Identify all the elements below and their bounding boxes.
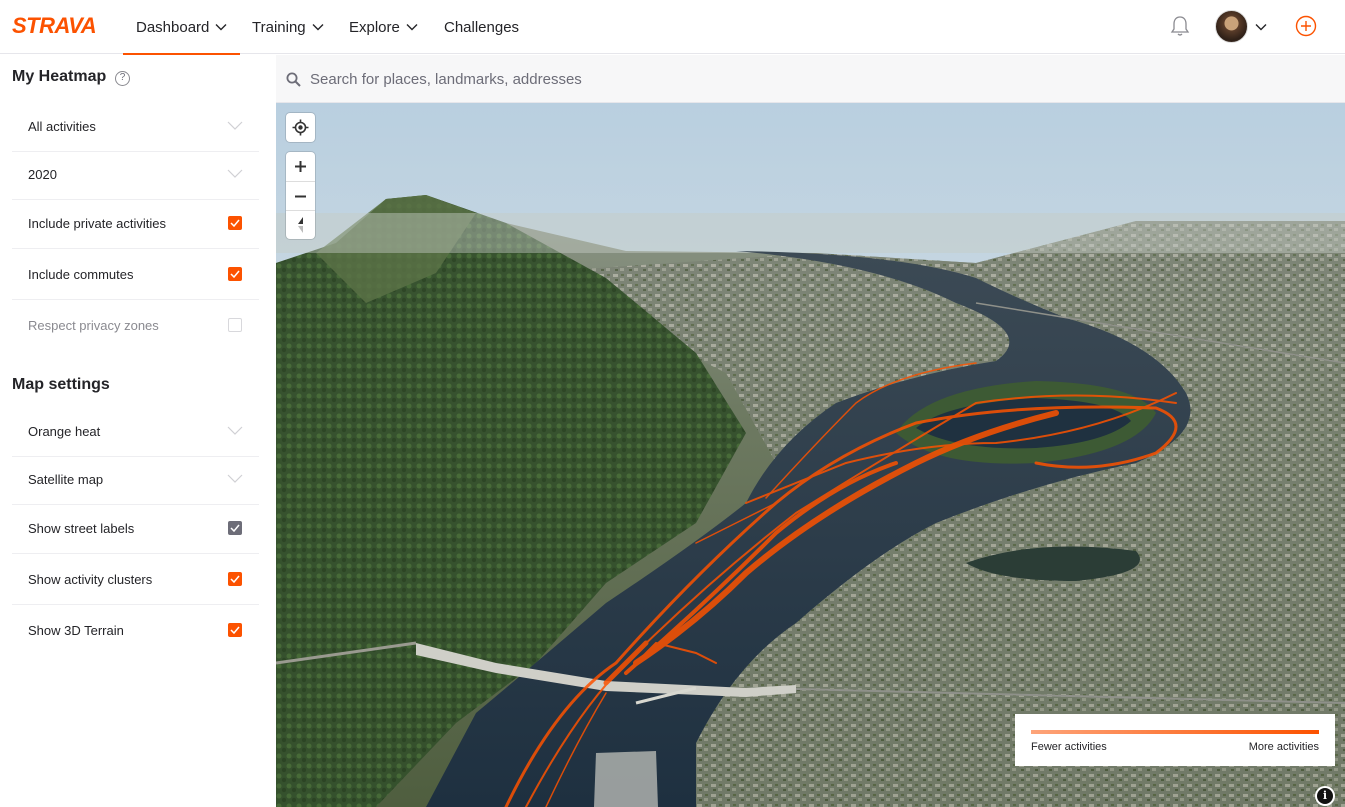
include-private-checkbox[interactable]: [228, 216, 242, 230]
chevron-down-icon: [227, 169, 243, 178]
privacy-zones-row[interactable]: Respect privacy zones: [12, 300, 259, 351]
search-icon: [286, 72, 301, 87]
street-labels-row[interactable]: Show street labels: [12, 503, 259, 554]
legend-fewer-label: Fewer activities: [1031, 741, 1107, 753]
info-icon: i: [1317, 788, 1333, 804]
info-button[interactable]: i: [1315, 786, 1335, 806]
year-dropdown[interactable]: 2020: [12, 149, 259, 200]
nav-training-label: Training: [252, 18, 306, 36]
include-private-label: Include private activities: [28, 215, 167, 231]
chevron-down-icon[interactable]: [1255, 23, 1267, 31]
locate-control: [286, 113, 315, 142]
svg-text:STRAVA: STRAVA: [12, 13, 96, 37]
bell-icon[interactable]: [1170, 15, 1190, 37]
satellite-3d-map[interactable]: [276, 103, 1345, 807]
street-labels-label: Show street labels: [28, 520, 135, 536]
privacy-zones-checkbox[interactable]: [228, 318, 242, 332]
map-search-input[interactable]: [310, 65, 1310, 93]
privacy-zones-label: Respect privacy zones: [28, 318, 159, 333]
nav-explore-label: Explore: [349, 18, 400, 36]
chevron-down-icon: [215, 24, 227, 31]
chevron-down-icon: [227, 121, 243, 130]
heatmap-title: My Heatmap: [12, 68, 107, 85]
zoom-in-icon[interactable]: [286, 152, 315, 181]
heat-color-label: Orange heat: [28, 423, 101, 439]
3d-terrain-label: Show 3D Terrain: [28, 623, 124, 638]
map-settings-title: Map settings: [12, 376, 110, 393]
map-area[interactable]: Fewer activities More activities i: [276, 55, 1345, 807]
sidebar: My Heatmap ? All activities 2020 Include…: [0, 55, 276, 807]
compass-icon[interactable]: [286, 210, 315, 239]
legend-gradient-bar: [1031, 730, 1319, 734]
activity-clusters-label: Show activity clusters: [28, 571, 153, 587]
nav-explore[interactable]: Explore: [349, 0, 418, 54]
heatmap-legend: Fewer activities More activities: [1015, 714, 1335, 766]
nav-challenges[interactable]: Challenges: [444, 0, 519, 54]
3d-terrain-checkbox[interactable]: [228, 623, 242, 637]
activity-type-label: All activities: [28, 118, 96, 134]
nav-dashboard[interactable]: Dashboard: [122, 0, 241, 55]
nav-challenges-label: Challenges: [444, 18, 520, 36]
include-commutes-label: Include commutes: [28, 266, 134, 282]
chevron-down-icon: [227, 474, 243, 483]
chevron-down-icon: [227, 426, 243, 435]
nav-training[interactable]: Training: [252, 0, 324, 54]
help-icon[interactable]: ?: [115, 71, 130, 86]
include-commutes-row[interactable]: Include commutes: [12, 249, 259, 300]
map-type-dropdown[interactable]: Satellite map: [12, 454, 259, 505]
include-private-row[interactable]: Include private activities: [12, 198, 259, 249]
map-type-label: Satellite map: [28, 471, 104, 487]
zoom-controls: [286, 152, 315, 239]
locate-icon[interactable]: [286, 113, 315, 142]
legend-more-label: More activities: [1248, 741, 1319, 753]
year-label: 2020: [28, 166, 57, 182]
zoom-out-icon[interactable]: [286, 181, 315, 210]
heat-color-dropdown[interactable]: Orange heat: [12, 406, 259, 457]
chevron-down-icon: [312, 24, 324, 31]
street-labels-checkbox[interactable]: [228, 521, 242, 535]
nav-dashboard-label: Dashboard: [136, 18, 210, 36]
strava-logo[interactable]: STRAVA: [12, 13, 108, 37]
map-search-bar: [276, 55, 1345, 103]
activity-type-dropdown[interactable]: All activities: [12, 101, 259, 152]
avatar[interactable]: [1215, 10, 1248, 43]
chevron-down-icon: [406, 24, 418, 31]
plus-circle-icon[interactable]: [1295, 15, 1317, 37]
activity-clusters-row[interactable]: Show activity clusters: [12, 554, 259, 605]
include-commutes-checkbox[interactable]: [228, 267, 242, 281]
activity-clusters-checkbox[interactable]: [228, 572, 242, 586]
top-navigation: STRAVA Dashboard Training Explore Challe…: [0, 0, 1345, 55]
3d-terrain-row[interactable]: Show 3D Terrain: [12, 605, 259, 656]
